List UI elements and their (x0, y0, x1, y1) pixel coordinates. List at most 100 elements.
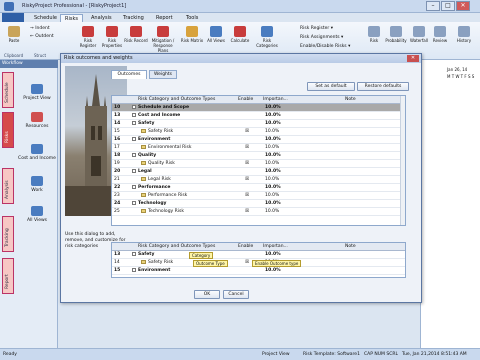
close-button[interactable]: ✕ (456, 1, 470, 11)
tab-schedule[interactable]: Schedule (30, 14, 61, 22)
importance-value[interactable]: 10.0% (265, 112, 281, 119)
example-row[interactable]: 15 Environment 10.0% (112, 267, 405, 275)
mitigation-button[interactable]: Mitigation / Response Plans (148, 26, 178, 56)
tab-weights[interactable]: Weights (149, 70, 177, 79)
outcome-row[interactable]: 15 Safety Risk ☒ 10.0% (112, 128, 405, 136)
history-button[interactable]: History (452, 26, 476, 56)
expand-toggle-icon[interactable] (132, 201, 136, 205)
importance-value[interactable]: 10.0% (265, 160, 279, 167)
minimize-button[interactable]: – (426, 1, 440, 11)
enable-checkbox[interactable]: ☒ (245, 192, 249, 199)
workflow-tab-analysis[interactable]: Analysis (2, 168, 14, 204)
importance-value[interactable]: 10.0% (265, 144, 279, 151)
set-as-default-button[interactable]: Set as default (307, 82, 355, 91)
column-enable[interactable]: Enable (238, 97, 253, 102)
paste-button[interactable]: Paste (2, 26, 26, 56)
importance-value[interactable]: 10.0% (265, 208, 279, 215)
enable-checkbox[interactable]: ☒ (245, 176, 249, 183)
review-button[interactable]: Review (430, 26, 450, 56)
outcome-row[interactable]: 17 Environmental Risk ☒ 10.0% (112, 144, 405, 152)
risk-register-dropdown[interactable]: Risk Register ▾ (300, 26, 333, 32)
column-importance[interactable]: Importan... (263, 97, 288, 102)
outcome-row[interactable]: 19 Quality Risk ☒ 10.0% (112, 160, 405, 168)
risk-view-button[interactable]: Risk (364, 26, 384, 56)
risk-matrix-button[interactable]: Risk Matrix (180, 26, 204, 56)
calculate-button[interactable]: Calculate (228, 26, 252, 56)
workflow-tab-risks[interactable]: Risks (2, 112, 14, 148)
importance-value[interactable]: 10.0% (265, 184, 281, 191)
example-row[interactable]: 13 Safety 10.0% (112, 251, 405, 259)
cancel-button[interactable]: Cancel (223, 290, 249, 299)
importance-value[interactable]: 10.0% (265, 251, 281, 258)
outdent-button[interactable]: ← Outdent (30, 34, 54, 40)
outcome-row[interactable]: 20 Legal 10.0% (112, 168, 405, 176)
importance-value[interactable]: 10.0% (265, 128, 279, 135)
workflow-item-project-view[interactable]: Project View (18, 84, 56, 101)
outcome-row[interactable]: 18 Quality 10.0% (112, 152, 405, 160)
expand-toggle-icon[interactable] (132, 169, 136, 173)
workflow-tab-report[interactable]: Report (2, 258, 14, 294)
tab-risks[interactable]: Risks (60, 14, 83, 22)
importance-value[interactable]: 10.0% (265, 120, 281, 127)
importance-value[interactable]: 10.0% (265, 192, 279, 199)
file-menu-button[interactable] (2, 13, 24, 22)
expand-toggle-icon[interactable] (132, 113, 136, 117)
risk-properties-button[interactable]: Risk Properties (100, 26, 124, 56)
column-category[interactable]: Risk Category and Outcome Types (138, 97, 215, 102)
maximize-button[interactable]: □ (441, 1, 455, 11)
workflow-item-all-views[interactable]: All Views (18, 206, 56, 223)
importance-value[interactable]: 10.0% (265, 200, 281, 207)
expand-toggle-icon[interactable] (132, 137, 136, 141)
tab-analysis[interactable]: Analysis (87, 14, 116, 22)
enable-checkbox[interactable]: ☒ (245, 128, 249, 135)
outcome-row[interactable]: 16 Environment 10.0% (112, 136, 405, 144)
expand-toggle-icon[interactable] (132, 185, 136, 189)
expand-toggle-icon[interactable] (132, 121, 136, 125)
dialog-close-button[interactable]: ✕ (407, 55, 419, 62)
outcome-row[interactable]: 10 Schedule and Scope 10.0% (112, 104, 405, 112)
importance-value[interactable]: 10.0% (265, 168, 281, 175)
importance-value[interactable]: 10.0% (265, 136, 281, 143)
grid-scrollbar[interactable] (400, 96, 405, 225)
expand-toggle-icon[interactable] (132, 252, 136, 256)
outcome-row[interactable]: 22 Performance 10.0% (112, 184, 405, 192)
waterfall-button[interactable]: Waterfall (408, 26, 430, 56)
risk-categories-button[interactable]: Risk Categories (254, 26, 280, 56)
tab-tracking[interactable]: Tracking (119, 14, 148, 22)
restore-defaults-button[interactable]: Restore defaults (357, 82, 409, 91)
enable-checkbox[interactable]: ☒ (245, 144, 249, 151)
enable-checkbox[interactable]: ☒ (245, 160, 249, 167)
importance-value[interactable]: 10.0% (265, 104, 281, 111)
outcome-row[interactable]: 25 Technology Risk ☒ 10.0% (112, 208, 405, 216)
enable-checkbox[interactable]: ☒ (245, 259, 249, 266)
risk-register-button[interactable]: Risk Register (76, 26, 100, 56)
workflow-tab-schedule[interactable]: Schedule (2, 72, 14, 108)
enable-disable-risks-dropdown[interactable]: Enable/Disable Risks ▾ (300, 44, 350, 50)
outcome-row[interactable]: 13 Cost and Income 10.0% (112, 112, 405, 120)
outcome-row[interactable]: 23 Performance Risk ☒ 10.0% (112, 192, 405, 200)
outcome-row[interactable]: 21 Legal Risk ☒ 10.0% (112, 176, 405, 184)
importance-value[interactable]: 10.0% (265, 152, 281, 159)
workflow-item-cost-income[interactable]: Cost and Income (18, 144, 56, 161)
workflow-item-resources[interactable]: Resources (18, 112, 56, 129)
risk-record-button[interactable]: Risk Record (124, 26, 148, 56)
tab-tools[interactable]: Tools (182, 14, 202, 22)
indent-button[interactable]: → Indent (30, 26, 50, 32)
tab-report[interactable]: Report (152, 14, 177, 22)
risk-assignments-dropdown[interactable]: Risk Assignments ▾ (300, 35, 343, 41)
expand-toggle-icon[interactable] (132, 105, 136, 109)
all-views-button[interactable]: All Views (204, 26, 228, 56)
outcome-row[interactable]: 24 Technology 10.0% (112, 200, 405, 208)
column-note[interactable]: Note (345, 97, 356, 102)
workflow-item-work[interactable]: Work (18, 176, 56, 193)
importance-value[interactable]: 10.0% (265, 267, 281, 274)
outcome-row[interactable]: 14 Safety 10.0% (112, 120, 405, 128)
expand-toggle-icon[interactable] (132, 268, 136, 272)
importance-value[interactable]: 10.0% (265, 176, 279, 183)
workflow-tab-tracking[interactable]: Tracking (2, 216, 14, 252)
ok-button[interactable]: OK (194, 290, 220, 299)
tab-outcomes[interactable]: Outcomes (111, 70, 147, 79)
expand-toggle-icon[interactable] (132, 153, 136, 157)
probability-button[interactable]: Probability (384, 26, 408, 56)
enable-checkbox[interactable]: ☒ (245, 208, 249, 215)
